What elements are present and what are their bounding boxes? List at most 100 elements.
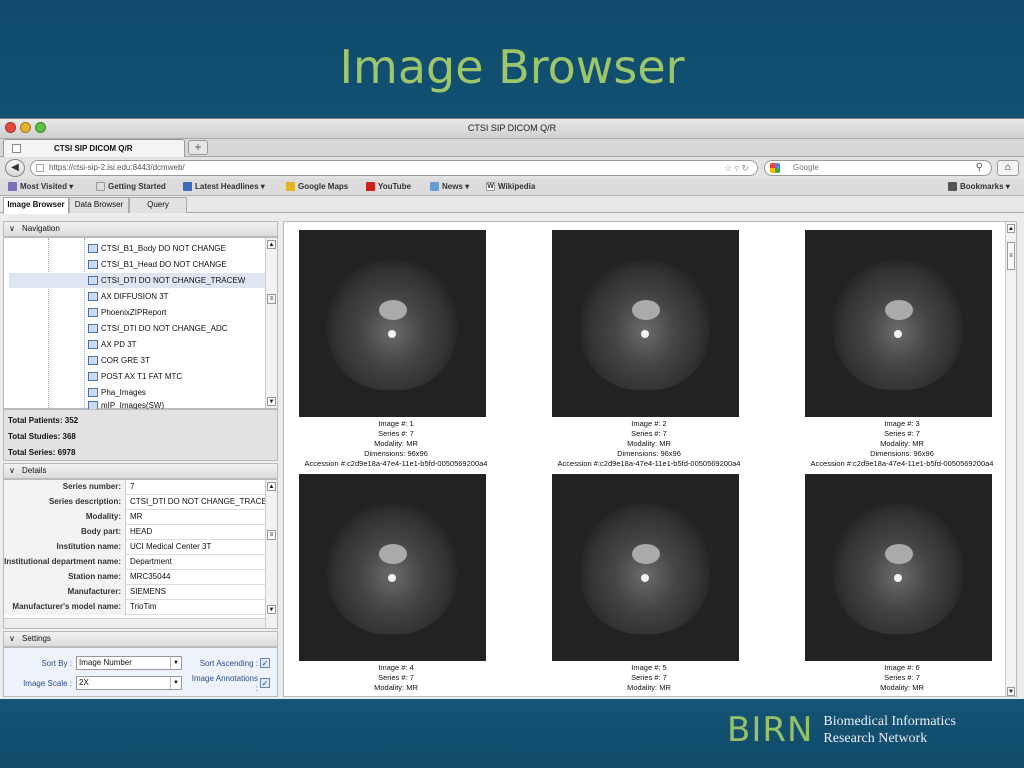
detail-label: Series description:	[4, 495, 126, 510]
sort-by-select[interactable]: Image Number ▼	[76, 656, 182, 670]
back-button[interactable]: ◀	[5, 159, 25, 177]
tree-item-label: COR GRE 3T	[101, 356, 150, 365]
tab-data-browser[interactable]: Data Browser	[69, 197, 129, 213]
folder-icon	[430, 182, 439, 191]
collapse-icon: ∨	[9, 634, 15, 643]
scroll-down-icon[interactable]: ▼	[267, 397, 276, 406]
image-thumbnail[interactable]: Image #: 3 Series #: 7 Modality: MR Dime…	[792, 230, 1012, 469]
rss-icon	[183, 182, 192, 191]
browser-tab[interactable]: CTSI SIP DICOM Q/R	[3, 139, 185, 157]
series-icon	[88, 276, 98, 285]
series-icon	[88, 356, 98, 365]
scroll-thumb[interactable]: ≡	[1007, 242, 1015, 270]
series-icon	[88, 244, 98, 253]
tree-item-selected[interactable]: CTSI_DTI DO NOT CHANGE_TRACEW	[9, 273, 266, 288]
details-row: Body part: HEAD	[4, 525, 266, 540]
scroll-up-icon[interactable]: ▲	[267, 482, 276, 491]
settings-header-label: Settings	[22, 634, 51, 643]
new-tab-button[interactable]: +	[188, 140, 208, 155]
image-caption: Image #: 2 Series #: 7 Modality: MR Dime…	[539, 419, 759, 469]
scroll-up-icon[interactable]: ▲	[1007, 224, 1015, 233]
settings-header[interactable]: ∨ Settings	[3, 631, 278, 647]
bookmarks-menu[interactable]: Bookmarks ▾	[948, 182, 1010, 191]
image-annotations-label: Image Annotations :	[191, 674, 258, 693]
scroll-down-icon[interactable]: ▼	[1007, 687, 1015, 696]
mri-image[interactable]	[299, 230, 486, 417]
scroll-up-icon[interactable]: ▲	[267, 240, 276, 249]
series-icon	[88, 388, 98, 397]
navigation-header[interactable]: ∨ Navigation	[3, 221, 278, 237]
site-identity-icon[interactable]	[36, 164, 44, 172]
window-title: CTSI SIP DICOM Q/R	[467, 123, 557, 133]
details-horizontal-scrollbar[interactable]	[4, 618, 266, 628]
bookmark-news[interactable]: News ▾	[430, 182, 469, 191]
detail-value: CTSI_DTI DO NOT CHANGE_TRACE	[130, 497, 266, 506]
bookmark-wikipedia[interactable]: W Wikipedia	[486, 182, 535, 191]
tree-item[interactable]: CTSI_B1_Head DO NOT CHANGE	[88, 257, 266, 272]
image-thumbnail[interactable]: Image #: 2 Series #: 7 Modality: MR Dime…	[539, 230, 759, 469]
scroll-thumb[interactable]: ≡	[267, 294, 276, 304]
tree-item[interactable]: POST AX T1 FAT MTC	[88, 369, 266, 384]
logo-line-1: Biomedical Informatics	[823, 714, 956, 729]
mri-image[interactable]	[299, 474, 486, 661]
tree-item-label: mIP_Images(SW)	[101, 401, 165, 409]
image-thumbnail[interactable]: Image #: 6 Series #: 7 Modality: MR	[792, 474, 1012, 693]
bookmarks-menu-label: Bookmarks ▾	[960, 182, 1010, 191]
tree-item-label: AX PD 3T	[101, 340, 137, 349]
sort-by-value: Image Number	[79, 658, 132, 667]
slide-title: Image Browser	[339, 40, 685, 94]
bookmark-google-maps[interactable]: Google Maps	[286, 182, 348, 191]
tree-item[interactable]: CTSI_DTI DO NOT CHANGE_ADC	[88, 321, 266, 336]
image-number: Image #: 1	[378, 419, 414, 428]
image-thumbnail[interactable]: Image #: 4 Series #: 7 Modality: MR	[286, 474, 506, 693]
tree-item[interactable]: CTSI_B1_Body DO NOT CHANGE	[88, 241, 266, 256]
tree-item[interactable]: AX DIFFUSION 3T	[88, 289, 266, 304]
home-button[interactable]: ⌂	[997, 160, 1019, 176]
sort-ascending-checkbox[interactable]: ✓	[260, 658, 270, 668]
detail-label: Institution name:	[4, 540, 126, 555]
mri-image[interactable]	[552, 474, 739, 661]
tree-item[interactable]: COR GRE 3T	[88, 353, 266, 368]
bookmark-youtube[interactable]: YouTube	[366, 182, 411, 191]
image-annotations-checkbox[interactable]: ✓	[260, 678, 270, 688]
mri-image[interactable]	[552, 230, 739, 417]
tree-item[interactable]: PhoenixZIPReport	[88, 305, 266, 320]
series-icon	[88, 260, 98, 269]
details-header[interactable]: ∨ Details	[3, 463, 278, 479]
collapse-icon: ∨	[9, 466, 15, 475]
url-bar[interactable]: https://ctsi-sip-2.isi.edu:8443/dcmweb/ …	[30, 160, 758, 176]
bookmark-label: News ▾	[442, 182, 470, 191]
tab-query[interactable]: Query	[129, 197, 187, 213]
details-row: Manufacturer: SIEMENS	[4, 585, 266, 600]
mri-image[interactable]	[805, 474, 992, 661]
details-scrollbar[interactable]: ▲ ≡ ▼	[265, 480, 277, 628]
tree-item[interactable]: Pha_Images	[88, 385, 266, 400]
image-grid-scrollbar[interactable]: ▲ ≡ ▼	[1005, 222, 1016, 696]
scroll-thumb[interactable]: ≡	[267, 530, 276, 540]
image-thumbnail[interactable]: Image #: 5 Series #: 7 Modality: MR	[539, 474, 759, 693]
tree-item[interactable]: mIP_Images(SW)	[88, 401, 266, 409]
most-visited-icon	[8, 182, 17, 191]
page-icon	[96, 182, 105, 191]
details-row: Modality: MR	[4, 510, 266, 525]
mri-image[interactable]	[805, 230, 992, 417]
search-bar[interactable]: Google ⚲	[764, 160, 992, 176]
reload-icon[interactable]: ☆ ▿ ↻	[724, 161, 749, 175]
image-number: Image #: 4	[378, 663, 414, 672]
tab-image-browser[interactable]: Image Browser	[3, 197, 69, 214]
image-thumbnail[interactable]: Image #: 1 Series #: 7 Modality: MR Dime…	[286, 230, 506, 469]
bookmark-most-visited[interactable]: Most Visited ▾	[8, 182, 73, 191]
tree-item[interactable]: AX PD 3T	[88, 337, 266, 352]
search-icon[interactable]: ⚲	[976, 161, 983, 175]
google-icon[interactable]	[770, 163, 780, 173]
scroll-down-icon[interactable]: ▼	[267, 605, 276, 614]
bookmark-getting-started[interactable]: Getting Started	[96, 182, 166, 191]
bookmark-label: YouTube	[378, 182, 412, 191]
bookmark-label: Google Maps	[298, 182, 349, 191]
navigation-scrollbar[interactable]: ▲ ≡ ▼	[265, 238, 277, 408]
detail-label: Station name:	[4, 570, 126, 585]
detail-value: HEAD	[130, 527, 153, 536]
bookmark-latest-headlines[interactable]: Latest Headlines ▾	[183, 182, 265, 191]
image-scale-select[interactable]: 2X ▼	[76, 676, 182, 690]
tree-item-label: CTSI_DTI DO NOT CHANGE_TRACEW	[101, 276, 246, 285]
